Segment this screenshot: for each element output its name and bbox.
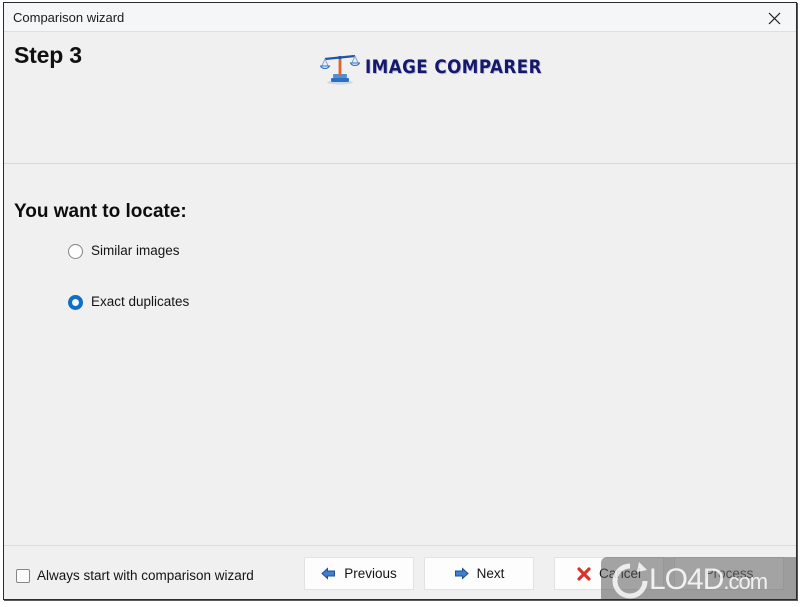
checkbox-icon-unchecked: [16, 569, 30, 583]
wizard-footer: Always start with comparison wizard Prev…: [4, 545, 796, 599]
logo-text: IMAGE COMPARER: [365, 56, 542, 78]
arrow-left-icon: [321, 567, 336, 580]
radio-label-similar-images: Similar images: [91, 243, 180, 258]
radio-option-similar-images[interactable]: Similar images: [68, 243, 180, 259]
radio-label-exact-duplicates: Exact duplicates: [91, 294, 190, 309]
app-logo: IMAGE COMPARER: [320, 47, 566, 87]
titlebar: Comparison wizard: [4, 3, 796, 32]
always-start-wizard-checkbox[interactable]: Always start with comparison wizard: [16, 568, 254, 584]
always-start-wizard-label: Always start with comparison wizard: [37, 568, 254, 583]
cancel-button-label: Cancel: [598, 566, 642, 581]
page-title: Step 3: [14, 42, 82, 68]
wizard-header: Step 3 IMAGE COMPARER: [4, 32, 796, 164]
previous-button[interactable]: Previous: [304, 557, 414, 590]
cancel-button[interactable]: Cancel: [554, 557, 664, 590]
previous-button-label: Previous: [344, 566, 397, 581]
radio-icon-selected: [68, 294, 83, 310]
next-button-label: Next: [476, 566, 505, 581]
radio-icon-unselected: [68, 243, 83, 259]
prompt-label: You want to locate:: [14, 201, 187, 222]
balance-scale-icon: [320, 54, 360, 85]
arrow-right-icon: [454, 567, 469, 580]
window-title: Comparison wizard: [13, 10, 125, 25]
red-x-icon: [577, 566, 591, 581]
process-button-label: Process: [704, 566, 754, 581]
wizard-body: You want to locate: Similar images Exact…: [4, 165, 796, 545]
comparison-wizard-window: Comparison wizard Step 3 IMAGE COMPARER …: [3, 2, 797, 600]
radio-option-exact-duplicates[interactable]: Exact duplicates: [68, 294, 189, 310]
process-button[interactable]: Process: [674, 557, 784, 590]
close-glyph: [768, 12, 780, 25]
next-button[interactable]: Next: [424, 557, 534, 590]
close-icon[interactable]: [752, 3, 796, 31]
